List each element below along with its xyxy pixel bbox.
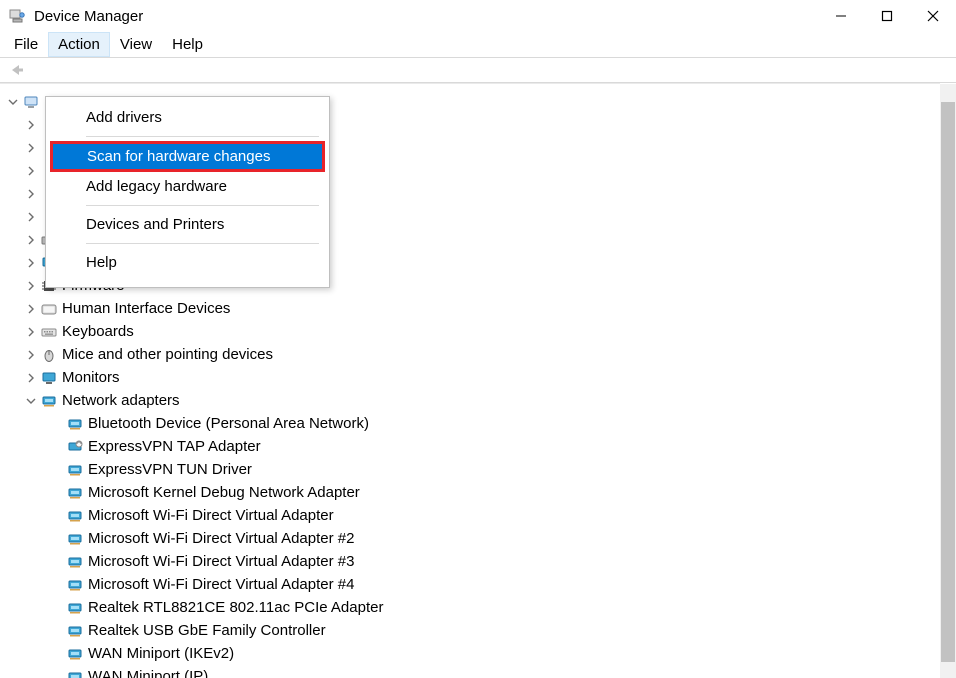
tree-item[interactable]: Microsoft Wi-Fi Direct Virtual Adapter #…	[6, 573, 940, 596]
tree-item[interactable]: Bluetooth Device (Personal Area Network)	[6, 412, 940, 435]
network-adapter-icon	[66, 415, 84, 433]
expand-icon[interactable]	[24, 348, 38, 362]
expand-icon[interactable]	[24, 302, 38, 316]
menu-item-add-drivers[interactable]: Add drivers	[46, 103, 329, 132]
back-button[interactable]	[4, 58, 28, 82]
monitor-icon	[40, 369, 58, 387]
minimize-button[interactable]	[818, 0, 864, 32]
menubar: File Action View Help	[0, 32, 956, 57]
hid-icon	[40, 300, 58, 318]
window-title: Device Manager	[34, 8, 143, 25]
tree-item-label: Monitors	[62, 366, 120, 389]
tree-item-label: Bluetooth Device (Personal Area Network)	[88, 412, 369, 435]
tree-item-label: Microsoft Wi-Fi Direct Virtual Adapter	[88, 504, 334, 527]
keyboard-icon	[40, 323, 58, 341]
mouse-icon	[40, 346, 58, 364]
tree-item[interactable]: ExpressVPN TUN Driver	[6, 458, 940, 481]
tree-item-network-adapters[interactable]: Network adapters	[6, 389, 940, 412]
tree-item-label: Realtek RTL8821CE 802.11ac PCIe Adapter	[88, 596, 383, 619]
tree-item-label: Human Interface Devices	[62, 297, 230, 320]
expand-icon[interactable]	[24, 371, 38, 385]
network-adapter-icon	[66, 553, 84, 571]
network-adapter-icon	[66, 576, 84, 594]
menu-help[interactable]: Help	[162, 32, 213, 57]
expand-icon[interactable]	[24, 118, 38, 132]
menu-item-devices-printers[interactable]: Devices and Printers	[46, 210, 329, 239]
tree-item[interactable]: Realtek USB GbE Family Controller	[6, 619, 940, 642]
expand-icon[interactable]	[24, 325, 38, 339]
maximize-button[interactable]	[864, 0, 910, 32]
tree-item[interactable]: Microsoft Wi-Fi Direct Virtual Adapter #…	[6, 550, 940, 573]
vertical-scrollbar[interactable]	[940, 84, 956, 678]
scrollbar-thumb[interactable]	[941, 102, 955, 662]
expand-icon[interactable]	[24, 233, 38, 247]
expand-icon[interactable]	[24, 164, 38, 178]
network-adapter-icon	[66, 484, 84, 502]
tree-item-label: Network adapters	[62, 389, 180, 412]
tree-item-keyboards[interactable]: Keyboards	[6, 320, 940, 343]
menu-item-add-legacy[interactable]: Add legacy hardware	[46, 172, 329, 201]
tree-item-label: WAN Miniport (IKEv2)	[88, 642, 234, 665]
expand-icon[interactable]	[24, 187, 38, 201]
collapse-icon[interactable]	[6, 95, 20, 109]
network-adapter-icon	[66, 622, 84, 640]
menu-separator	[86, 136, 319, 137]
action-menu-dropdown: Add drivers Scan for hardware changes Ad…	[45, 96, 330, 288]
network-adapter-icon	[66, 645, 84, 663]
tree-item-label: ExpressVPN TUN Driver	[88, 458, 252, 481]
menu-separator	[86, 205, 319, 206]
tree-item-monitors[interactable]: Monitors	[6, 366, 940, 389]
menu-separator	[86, 243, 319, 244]
network-adapter-icon	[66, 599, 84, 617]
menu-action[interactable]: Action	[48, 32, 110, 57]
tree-item-hid[interactable]: Human Interface Devices	[6, 297, 940, 320]
tree-item-label: Microsoft Wi-Fi Direct Virtual Adapter #…	[88, 573, 354, 596]
tree-item[interactable]: WAN Miniport (IKEv2)	[6, 642, 940, 665]
tree-item[interactable]: Microsoft Wi-Fi Direct Virtual Adapter #…	[6, 527, 940, 550]
expand-icon[interactable]	[24, 210, 38, 224]
computer-icon	[22, 93, 40, 111]
expand-icon[interactable]	[24, 256, 38, 270]
tree-item[interactable]: Microsoft Wi-Fi Direct Virtual Adapter	[6, 504, 940, 527]
menu-item-scan-hardware[interactable]: Scan for hardware changes	[50, 141, 325, 172]
menu-view[interactable]: View	[110, 32, 162, 57]
titlebar: Device Manager	[0, 0, 956, 32]
expand-icon[interactable]	[24, 141, 38, 155]
network-adapter-icon	[40, 392, 58, 410]
network-adapter-icon	[66, 461, 84, 479]
tree-item[interactable]: ExpressVPN TAP Adapter	[6, 435, 940, 458]
menu-item-help[interactable]: Help	[46, 248, 329, 277]
network-adapter-icon	[66, 668, 84, 678]
tree-item[interactable]: Microsoft Kernel Debug Network Adapter	[6, 481, 940, 504]
tree-item[interactable]: Realtek RTL8821CE 802.11ac PCIe Adapter	[6, 596, 940, 619]
collapse-icon[interactable]	[24, 394, 38, 408]
tree-item-label: WAN Miniport (IP)	[88, 665, 208, 678]
expand-icon[interactable]	[24, 279, 38, 293]
network-adapter-icon	[66, 507, 84, 525]
network-adapter-icon	[66, 438, 84, 456]
tree-item-mice[interactable]: Mice and other pointing devices	[6, 343, 940, 366]
tree-item-label: ExpressVPN TAP Adapter	[88, 435, 261, 458]
tree-item-label: Microsoft Kernel Debug Network Adapter	[88, 481, 360, 504]
tree-item-label: Realtek USB GbE Family Controller	[88, 619, 326, 642]
app-icon	[8, 7, 26, 25]
tree-item-label: Microsoft Wi-Fi Direct Virtual Adapter #…	[88, 527, 354, 550]
tree-item-label: Microsoft Wi-Fi Direct Virtual Adapter #…	[88, 550, 354, 573]
toolbar	[0, 57, 956, 83]
close-button[interactable]	[910, 0, 956, 32]
menu-file[interactable]: File	[4, 32, 48, 57]
tree-item[interactable]: WAN Miniport (IP)	[6, 665, 940, 678]
tree-item-label: Keyboards	[62, 320, 134, 343]
tree-item-label: Mice and other pointing devices	[62, 343, 273, 366]
network-adapter-icon	[66, 530, 84, 548]
